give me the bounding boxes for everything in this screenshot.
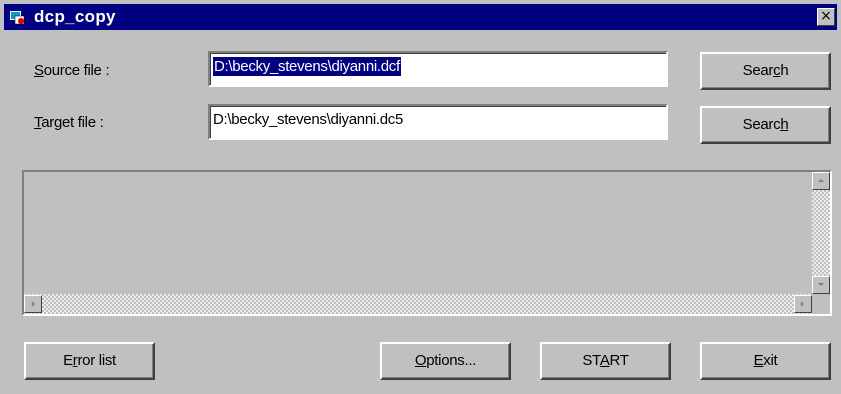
target-file-field[interactable]: D:\becky_stevens\diyanni.dc5 — [208, 104, 668, 140]
log-listbox[interactable] — [22, 170, 832, 316]
close-icon[interactable]: × — [817, 8, 835, 26]
error-list-text-b: ror list — [77, 352, 116, 369]
arrow-up-icon — [818, 179, 824, 182]
target-file-label: Target file : — [34, 114, 104, 131]
error-list-text-a: E — [63, 352, 73, 369]
scroll-down-button[interactable] — [812, 276, 830, 294]
window-title: dcp_copy — [34, 7, 116, 26]
start-text-a: ST — [582, 352, 600, 369]
scroll-left-button[interactable] — [24, 295, 42, 313]
options-text: ptions... — [426, 352, 477, 369]
exit-mnemonic: E — [753, 352, 764, 369]
arrow-down-icon — [818, 283, 824, 286]
source-label-mnemonic: S — [34, 62, 44, 79]
target-file-value: D:\becky_stevens\diyanni.dc5 — [213, 111, 404, 128]
arrow-left-icon — [31, 301, 34, 307]
exit-button[interactable]: Exit — [700, 342, 831, 380]
source-file-label: Source file : — [34, 62, 110, 79]
app-icon — [10, 9, 26, 25]
source-file-value: D:\becky_stevens\diyanni.dcf — [213, 57, 401, 76]
start-button[interactable]: START — [540, 342, 671, 380]
target-label-text: arget file : — [41, 114, 104, 131]
scroll-corner — [812, 294, 830, 314]
horizontal-scrollbar[interactable] — [24, 294, 812, 314]
title-bar[interactable]: dcp_copy × — [4, 4, 837, 30]
source-search-button[interactable]: Search — [700, 52, 831, 90]
source-search-text-b: h — [780, 62, 789, 79]
source-search-text-a: Sear — [742, 62, 774, 79]
error-list-button[interactable]: Error list — [24, 342, 155, 380]
target-search-text-a: Searc — [742, 116, 781, 133]
options-button[interactable]: Options... — [380, 342, 511, 380]
start-mnemonic: A — [599, 352, 610, 369]
options-mnemonic: O — [414, 352, 427, 369]
source-file-field[interactable]: D:\becky_stevens\diyanni.dcf — [208, 51, 668, 87]
vertical-scrollbar[interactable] — [812, 172, 830, 294]
arrow-right-icon — [801, 301, 804, 307]
target-search-button[interactable]: Search — [700, 106, 831, 144]
source-label-text: ource file : — [43, 62, 110, 79]
scroll-up-button[interactable] — [812, 172, 830, 190]
exit-text: xit — [763, 352, 778, 369]
scroll-right-button[interactable] — [794, 295, 812, 313]
start-text-b: RT — [609, 352, 629, 369]
dcp-copy-window: dcp_copy × Source file : D:\becky_steven… — [0, 0, 841, 394]
target-search-mnemonic: h — [780, 116, 789, 133]
